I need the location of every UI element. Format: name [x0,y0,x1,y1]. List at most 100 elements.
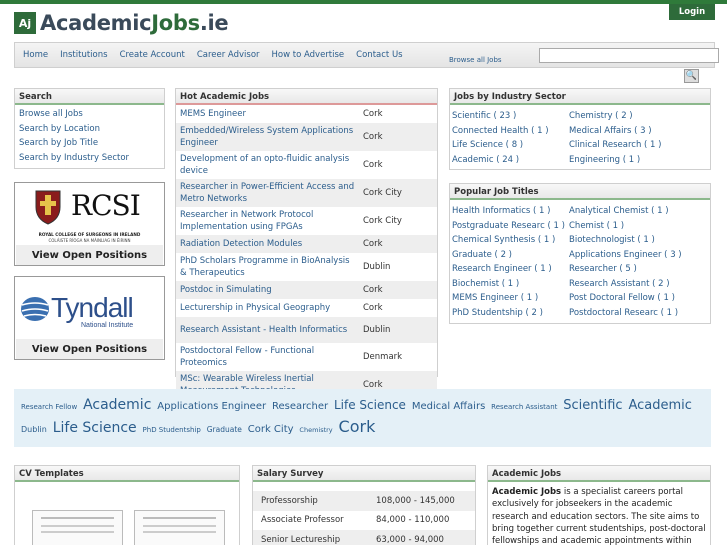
job-row[interactable]: Development of an opto-fluidic analysis … [176,151,437,179]
tyndall-view-positions[interactable]: View Open Positions [15,344,164,355]
rcsi-crest-icon [35,190,61,225]
job-row[interactable]: Researcher in Power-Efficient Access and… [176,179,437,207]
job-title-link[interactable]: Embedded/Wireless System Applications En… [176,123,359,151]
job-row[interactable]: Researcher in Network Protocol Implement… [176,207,437,235]
job-title-link[interactable]: MEMS Engineer [176,105,359,123]
site-logo[interactable]: Aj AcademicJobs.ie [14,11,229,35]
search-panel: Search Browse all Jobs Search by Locatio… [14,88,165,169]
sector-link[interactable]: Chemistry ( 2 ) [569,109,708,124]
sector-panel-title: Jobs by Industry Sector [450,89,710,105]
sector-link[interactable]: Medical Affairs ( 3 ) [569,124,708,139]
rcsi-view-positions[interactable]: View Open Positions [15,250,164,261]
job-location: Cork [363,109,383,119]
nav-contact-us[interactable]: Contact Us [356,50,402,60]
job-row[interactable]: Research Assistant - Health Informatics D… [176,317,437,343]
job-title-link[interactable]: PhD Scholars Programme in BioAnalysis & … [176,253,359,281]
job-title-tag-link[interactable]: Applications Engineer ( 3 ) [569,248,708,263]
tyndall-banner[interactable]: Tyndall National Institute View Open Pos… [14,276,165,360]
rcsi-banner[interactable]: RCSI ROYAL COLLEGE OF SURGEONS IN IRELAN… [14,182,165,266]
cv-panel-title: CV Templates [15,466,239,482]
job-title-tag-link[interactable]: Postdoctoral Researc ( 1 ) [569,306,708,321]
search-panel-title: Search [15,89,164,105]
sector-link[interactable]: Life Science ( 8 ) [452,138,569,153]
tag-cloud-link[interactable]: Chemistry [299,426,332,434]
titles-panel: Popular Job Titles Health Informatics ( … [449,183,711,324]
tag-cloud-link[interactable]: Researcher [272,401,328,412]
search-link-browse[interactable]: Browse all Jobs [15,107,164,122]
nav-create-account[interactable]: Create Account [120,50,185,60]
job-title-tag-link[interactable]: Biochemist ( 1 ) [452,277,569,292]
job-row[interactable]: Postdoc in Simulating Cork [176,281,437,299]
tag-cloud-link[interactable]: PhD Studentship [143,426,201,434]
salary-role: Associate Professor [261,515,344,526]
hot-jobs-title: Hot Academic Jobs [176,89,437,105]
salary-row: Associate Professor 84,000 - 110,000 [253,511,475,531]
job-location: Cork [363,303,383,313]
job-title-link[interactable]: Postdoctoral Fellow - Functional Proteom… [176,343,359,371]
search-link-sector[interactable]: Search by Industry Sector [15,151,164,166]
sector-link[interactable]: Academic ( 24 ) [452,153,569,168]
job-row[interactable]: Radiation Detection Modules Cork [176,235,437,253]
login-button[interactable]: Login [669,4,715,20]
cv-template-thumb[interactable] [32,510,123,545]
tag-cloud-link[interactable]: Life Science [334,398,406,412]
job-title-tag-link[interactable]: Postgraduate Researc ( 1 ) [452,219,569,234]
nav-home[interactable]: Home [23,50,48,60]
cv-template-thumb[interactable] [134,510,225,545]
tag-cloud-link[interactable]: Research Assistant [491,403,557,411]
nav-career-advisor[interactable]: Career Advisor [197,50,260,60]
logo-text-part2: Jobs [151,11,200,35]
job-location: Dublin [363,262,391,272]
tag-cloud-link[interactable]: Cork City [248,424,294,435]
job-title-tag-link[interactable]: Biotechnologist ( 1 ) [569,233,708,248]
job-title-tag-link[interactable]: MEMS Engineer ( 1 ) [452,291,569,306]
job-row[interactable]: Postdoctoral Fellow - Functional Proteom… [176,343,437,371]
sector-link[interactable]: Engineering ( 1 ) [569,153,708,168]
sector-link[interactable]: Connected Health ( 1 ) [452,124,569,139]
sector-link[interactable]: Scientific ( 23 ) [452,109,569,124]
job-title-link[interactable]: Development of an opto-fluidic analysis … [176,151,359,179]
tag-cloud-link[interactable]: Dublin [21,425,47,434]
job-title-link[interactable]: Lecturership in Physical Geography [176,299,359,317]
job-title-tag-link[interactable]: Chemist ( 1 ) [569,219,708,234]
job-row[interactable]: Lecturership in Physical Geography Cork [176,299,437,317]
job-title-tag-link[interactable]: Graduate ( 2 ) [452,248,569,263]
job-title-tag-link[interactable]: PhD Studentship ( 2 ) [452,306,569,321]
tag-cloud-link[interactable]: Applications Engineer [157,401,266,412]
nav-browse-all-jobs[interactable]: Browse all Jobs [449,56,502,64]
search-input[interactable] [539,48,719,63]
tag-cloud-link[interactable]: Graduate [207,425,242,434]
job-title-link[interactable]: Postdoc in Simulating [176,281,359,299]
job-row[interactable]: Embedded/Wireless System Applications En… [176,123,437,151]
nav-how-to-advertise[interactable]: How to Advertise [272,50,345,60]
job-title-tag-link[interactable]: Chemical Synthesis ( 1 ) [452,233,569,248]
job-title-tag-link[interactable]: Researcher ( 5 ) [569,262,708,277]
job-title-link[interactable]: Radiation Detection Modules [176,235,359,253]
search-link-location[interactable]: Search by Location [15,122,164,137]
about-panel-title: Academic Jobs [488,466,710,482]
job-location: Cork [363,239,383,249]
job-row[interactable]: PhD Scholars Programme in BioAnalysis & … [176,253,437,281]
tag-cloud-link[interactable]: Academic [83,397,151,413]
tag-cloud-link[interactable]: Academic [628,398,691,413]
tag-cloud-link[interactable]: Medical Affairs [412,401,485,412]
nav-institutions[interactable]: Institutions [60,50,107,60]
job-title-link[interactable]: Research Assistant - Health Informatics [176,317,359,343]
job-row[interactable]: MEMS Engineer Cork [176,105,437,123]
tyndall-globe-icon [21,297,49,321]
search-link-job-title[interactable]: Search by Job Title [15,136,164,151]
tag-cloud-link[interactable]: Life Science [53,420,137,436]
sector-link[interactable]: Clinical Research ( 1 ) [569,138,708,153]
job-title-tag-link[interactable]: Research Assistant ( 2 ) [569,277,708,292]
job-title-tag-link[interactable]: Analytical Chemist ( 1 ) [569,204,708,219]
tag-cloud-link[interactable]: Research Fellow [21,403,77,411]
job-title-link[interactable]: Researcher in Power-Efficient Access and… [176,179,359,207]
job-title-tag-link[interactable]: Post Doctoral Fellow ( 1 ) [569,291,708,306]
job-title-tag-link[interactable]: Research Engineer ( 1 ) [452,262,569,277]
job-title-link[interactable]: Researcher in Network Protocol Implement… [176,207,359,235]
job-title-tag-link[interactable]: Health Informatics ( 1 ) [452,204,569,219]
search-button[interactable]: 🔍 [684,69,699,83]
tag-cloud-link[interactable]: Cork [339,417,376,436]
tag-cloud-link[interactable]: Scientific [563,398,622,413]
job-location: Cork City [363,216,402,226]
